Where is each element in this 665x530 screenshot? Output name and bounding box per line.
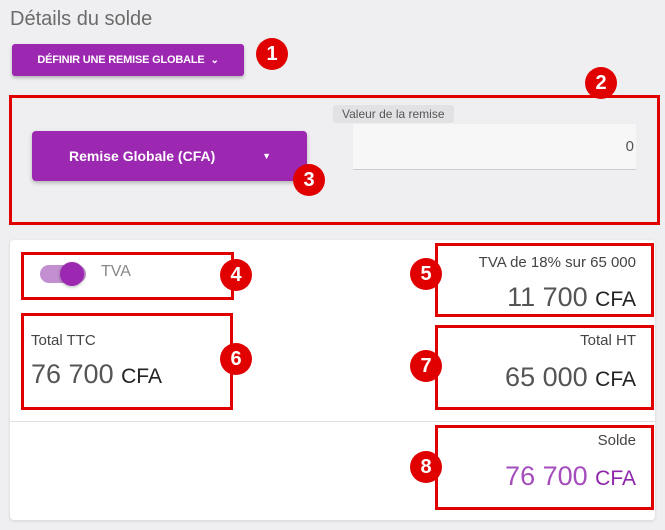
highlight-box-6: [21, 313, 233, 410]
highlight-box-4: [21, 252, 234, 300]
define-global-discount-button[interactable]: DÉFINIR UNE REMISE GLOBALE ⌄: [12, 44, 244, 76]
annotation-badge-2: 2: [585, 67, 617, 99]
highlight-box-5: [435, 243, 654, 317]
divider: [10, 421, 655, 422]
annotation-badge-1: 1: [256, 38, 288, 70]
highlight-box-7: [435, 325, 654, 410]
chevron-down-icon: ⌄: [210, 54, 219, 66]
highlight-box-2: [9, 95, 660, 225]
annotation-badge-7: 7: [410, 350, 442, 382]
annotation-badge-3: 3: [293, 164, 325, 196]
annotation-badge-6: 6: [220, 343, 252, 375]
highlight-box-8: [435, 425, 654, 510]
annotation-badge-4: 4: [220, 259, 252, 291]
define-global-discount-label: DÉFINIR UNE REMISE GLOBALE: [37, 54, 205, 66]
annotation-badge-8: 8: [410, 451, 442, 483]
annotation-badge-5: 5: [410, 258, 442, 290]
page-title: Détails du solde: [10, 8, 153, 30]
